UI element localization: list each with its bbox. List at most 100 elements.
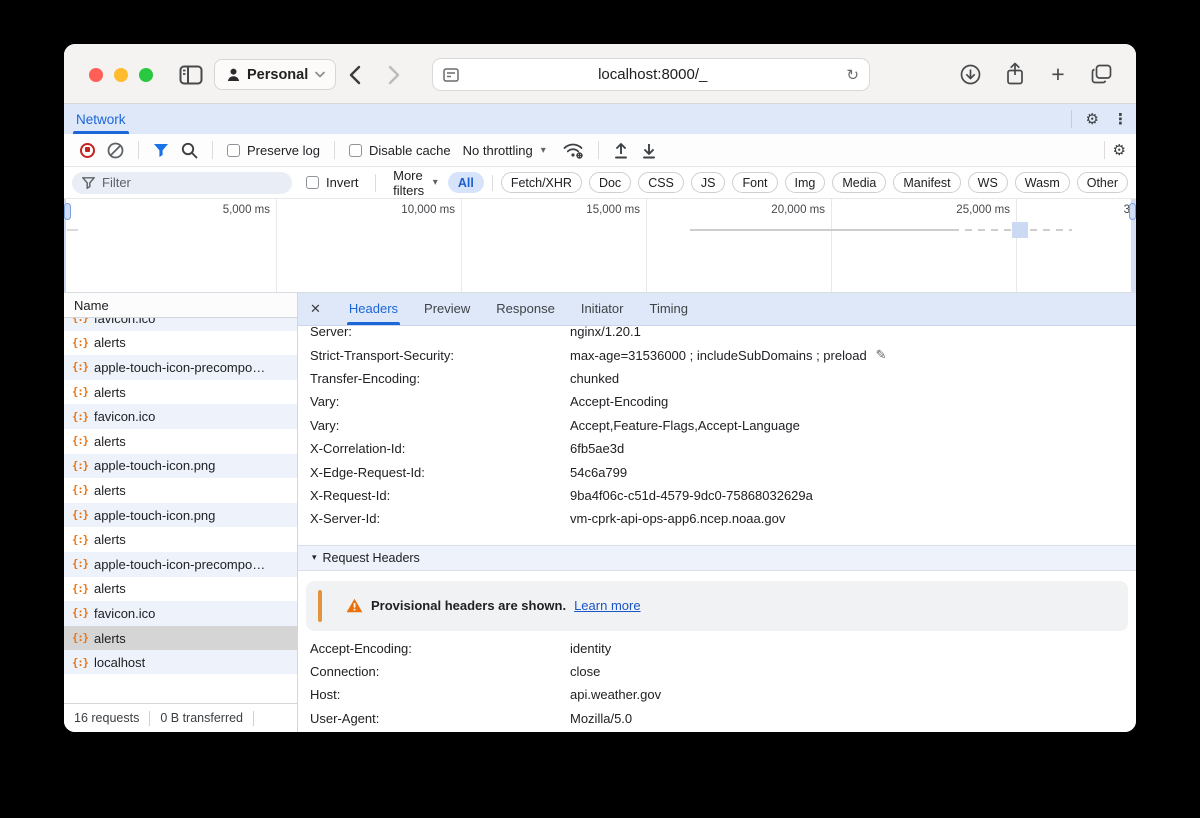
request-row[interactable]: {:}favicon.ico [64,318,297,331]
timeline-column: 3 [1017,199,1136,292]
request-headers-section-header[interactable]: ▾ Request Headers [298,545,1136,571]
devtools-menu-button[interactable]: ⋮ [1113,112,1128,127]
tab-overview-button[interactable] [1088,61,1114,87]
header-name: Server: [310,326,570,339]
new-tab-button[interactable]: + [1045,61,1071,87]
filter-type-font[interactable]: Font [732,172,777,193]
header-value: chunked [570,371,619,386]
divider [492,175,493,191]
preserve-log-checkbox[interactable]: Preserve log [227,143,320,158]
filter-type-ws[interactable]: WS [968,172,1008,193]
timeline-tick-label: 5,000 ms [223,204,270,216]
timeline-overview[interactable]: 5,000 ms10,000 ms15,000 ms20,000 ms25,00… [64,199,1136,293]
filter-type-all[interactable]: All [448,172,484,193]
request-row[interactable]: {:}alerts [64,380,297,405]
filter-type-js[interactable]: JS [691,172,726,193]
filter-type-media[interactable]: Media [832,172,886,193]
filter-type-wasm[interactable]: Wasm [1015,172,1070,193]
chevron-down-icon [315,71,325,78]
request-row[interactable]: {:}alerts [64,429,297,454]
network-settings-button[interactable]: ⚙ [1113,143,1126,158]
detail-tab-timing[interactable]: Timing [649,293,688,325]
funnel-icon [82,177,95,189]
checkbox-icon [227,144,240,157]
request-row[interactable]: {:}alerts [64,527,297,552]
back-button[interactable] [342,64,366,86]
record-button[interactable] [80,143,95,158]
request-row[interactable]: {:}apple-touch-icon.png [64,503,297,528]
detail-tab-response[interactable]: Response [496,293,555,325]
reload-button[interactable]: ↻ [846,66,859,84]
header-value: vm-cprk-api-ops-app6.ncep.noaa.gov [570,511,785,526]
sidebar-toggle-button[interactable] [177,64,205,86]
filter-type-manifest[interactable]: Manifest [893,172,960,193]
request-name: apple-touch-icon.png [94,508,215,523]
request-row[interactable]: {:}alerts [64,478,297,503]
devtools-settings-button[interactable]: ⚙ [1086,112,1099,127]
plus-icon: + [1051,63,1064,86]
timeline-left-grabber[interactable] [64,203,71,220]
import-har-button[interactable] [613,142,629,159]
request-row[interactable]: {:}apple-touch-icon-precompo… [64,355,297,380]
request-row[interactable]: {:}favicon.ico [64,601,297,626]
export-har-button[interactable] [641,142,657,159]
name-column-header[interactable]: Name [64,293,297,318]
header-row: Host:api.weather.gov [298,683,1136,706]
learn-more-link[interactable]: Learn more [574,598,640,613]
filter-type-doc[interactable]: Doc [589,172,631,193]
more-filters-button[interactable]: More filters ▾ [393,168,438,198]
request-row[interactable]: {:}alerts [64,331,297,356]
search-button[interactable] [181,142,198,159]
tab-network[interactable]: Network [76,104,126,134]
filter-input[interactable]: Filter [72,172,292,194]
filter-toggle-button[interactable] [153,143,169,158]
divider [138,141,139,159]
timeline-right-grabber[interactable] [1129,203,1136,220]
address-bar[interactable]: localhost:8000/_ ↻ [432,58,870,91]
disable-cache-label: Disable cache [369,143,451,158]
timeline-column: 15,000 ms [462,199,647,292]
request-name: alerts [94,532,126,547]
minimize-window-button[interactable] [114,68,128,82]
filter-type-fetch-xhr[interactable]: Fetch/XHR [501,172,582,193]
invert-checkbox[interactable]: Invert [306,175,359,190]
detail-tab-headers[interactable]: Headers [349,293,398,325]
header-name: Accept-Encoding: [310,641,570,656]
filter-type-css[interactable]: CSS [638,172,684,193]
json-file-icon: {:} [72,632,88,644]
json-file-icon: {:} [72,607,88,619]
clear-button[interactable] [107,142,124,159]
network-conditions-button[interactable] [562,141,584,159]
overview-selected-marker[interactable] [1012,222,1028,238]
detail-tab-initiator[interactable]: Initiator [581,293,624,325]
profile-button[interactable]: Personal [214,59,336,90]
forward-button[interactable] [382,64,406,86]
request-row[interactable]: {:}apple-touch-icon.png [64,454,297,479]
request-name: apple-touch-icon-precompo… [94,360,265,375]
funnel-icon [153,143,169,158]
throttling-select[interactable]: No throttling ▾ [463,143,546,158]
request-row[interactable]: {:}favicon.ico [64,404,297,429]
request-name: alerts [94,335,126,350]
json-file-icon: {:} [72,318,88,324]
download-har-icon [641,142,657,159]
request-row[interactable]: {:}localhost [64,650,297,674]
close-window-button[interactable] [89,68,103,82]
close-details-button[interactable]: ✕ [310,301,321,317]
disable-cache-checkbox[interactable]: Disable cache [349,143,451,158]
filter-type-img[interactable]: Img [785,172,826,193]
share-icon [1005,62,1025,86]
downloads-button[interactable] [957,61,983,87]
filter-type-other[interactable]: Other [1077,172,1128,193]
zoom-window-button[interactable] [139,68,153,82]
network-main: Name {:}favicon.ico{:}alerts{:}apple-tou… [64,293,1136,732]
request-row[interactable]: {:}alerts [64,626,297,651]
request-row[interactable]: {:}alerts [64,577,297,602]
request-row[interactable]: {:}apple-touch-icon-precompo… [64,552,297,577]
reader-icon[interactable] [443,68,459,82]
detail-tab-preview[interactable]: Preview [424,293,470,325]
filter-placeholder: Filter [102,175,131,190]
name-column-label: Name [74,298,109,313]
edit-header-icon[interactable]: ✎ [876,347,887,363]
share-button[interactable] [1002,61,1028,87]
